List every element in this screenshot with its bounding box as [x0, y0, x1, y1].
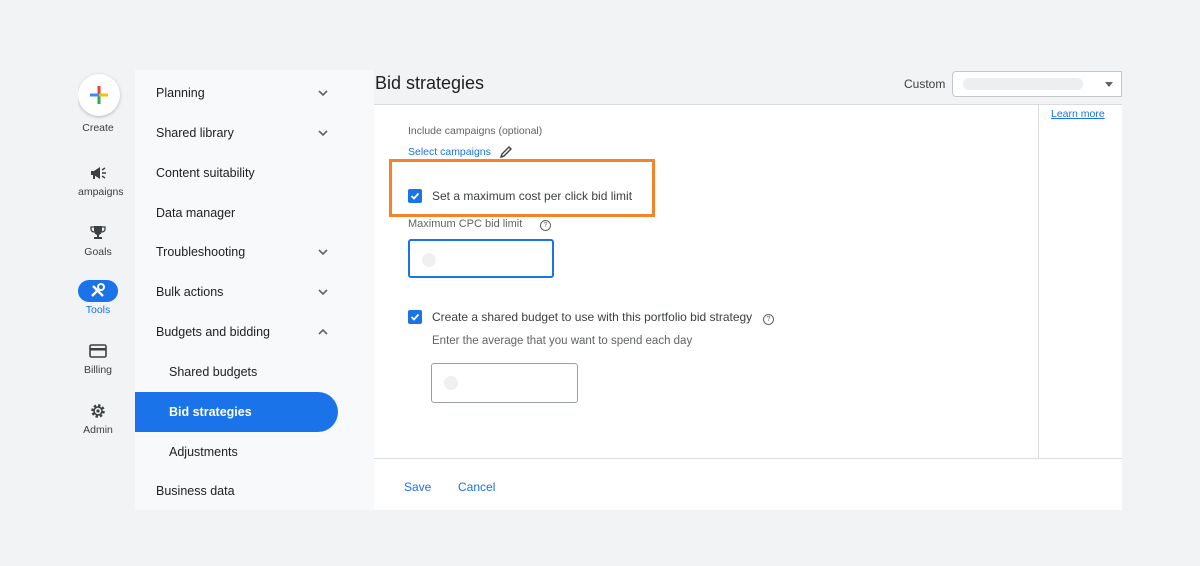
chevron-up-icon	[318, 328, 328, 335]
nav-label: Budgets and bidding	[156, 325, 270, 339]
checkmark-icon	[410, 313, 420, 321]
save-button[interactable]: Save	[404, 480, 431, 494]
footer-divider	[374, 458, 1122, 459]
rail-item-goals[interactable]: Goals	[78, 222, 118, 258]
rail-item-campaigns[interactable]: ampaigns	[78, 162, 124, 198]
rail-item-tools[interactable]: Tools	[78, 280, 118, 316]
rail-label-billing: Billing	[83, 364, 112, 376]
nav-label: Content suitability	[156, 166, 255, 180]
pencil-icon[interactable]	[498, 144, 514, 160]
page-title: Bid strategies	[375, 73, 485, 93]
rail-label-goals: Goals	[84, 246, 112, 258]
rail-label-admin: Admin	[83, 424, 113, 436]
rail-label-campaigns: ampaigns	[78, 186, 124, 198]
date-range-label: Custom	[904, 77, 946, 91]
input-value-redacted	[422, 253, 436, 267]
nav-label: Shared budgets	[169, 365, 258, 379]
learn-more-link[interactable]: Learn more	[1051, 108, 1105, 120]
nav-label: Planning	[156, 86, 205, 100]
cancel-button[interactable]: Cancel	[458, 480, 495, 494]
nav-label: Bid strategies	[169, 405, 252, 419]
nav-item-shared-library[interactable]: Shared library	[135, 113, 340, 153]
nav-item-planning[interactable]: Planning	[135, 73, 340, 113]
page-header: Bid strategies Custom	[374, 70, 1122, 105]
left-rail: Create ampaigns Goals Tools Billing Admi…	[78, 70, 135, 510]
gear-icon	[91, 404, 105, 418]
chevron-down-icon	[318, 289, 328, 296]
include-campaigns-label: Include campaigns (optional)	[408, 125, 543, 137]
create-label: Create	[82, 122, 114, 134]
side-panel-divider	[1038, 104, 1039, 458]
rail-item-billing[interactable]: Billing	[78, 340, 118, 376]
nav-item-content-suitability[interactable]: Content suitability	[135, 153, 340, 193]
date-range-value-redacted	[963, 78, 1083, 90]
nav-label: Business data	[156, 484, 235, 498]
max-cpc-checkbox-label: Set a maximum cost per click bid limit	[432, 189, 633, 203]
input-value-redacted	[444, 376, 458, 390]
nav-label: Troubleshooting	[156, 245, 246, 259]
nav-item-shared-budgets[interactable]: Shared budgets	[135, 352, 340, 392]
nav-item-budgets-and-bidding[interactable]: Budgets and bidding	[135, 312, 340, 352]
daily-budget-input[interactable]	[431, 363, 578, 403]
nav-label: Data manager	[156, 206, 236, 220]
nav-label: Shared library	[156, 126, 234, 140]
nav-item-data-manager[interactable]: Data manager	[135, 193, 340, 233]
date-range-select[interactable]	[952, 71, 1122, 97]
shared-budget-hint: Enter the average that you want to spend…	[432, 335, 693, 347]
chevron-down-icon	[318, 90, 328, 97]
rail-label-tools: Tools	[85, 304, 111, 316]
tools-nav: Planning Shared library Content suitabil…	[135, 70, 374, 510]
caret-down-icon	[1105, 82, 1113, 87]
create-button[interactable]	[78, 74, 120, 116]
tools-icon	[91, 283, 105, 297]
help-icon[interactable]: ?	[540, 220, 551, 231]
help-icon[interactable]: ?	[763, 314, 774, 325]
nav-item-bid-strategies[interactable]: Bid strategies	[135, 392, 338, 432]
select-campaigns-link[interactable]: Select campaigns	[408, 146, 491, 158]
nav-item-bulk-actions[interactable]: Bulk actions	[135, 272, 340, 312]
main-content: Bid strategies Custom Learn more Include…	[374, 70, 1122, 510]
nav-item-business-data[interactable]: Business data	[135, 471, 340, 510]
trophy-icon	[90, 226, 106, 239]
app-frame: Create ampaigns Goals Tools Billing Admi…	[78, 70, 1122, 510]
max-cpc-input[interactable]	[408, 239, 554, 278]
megaphone-icon	[91, 167, 106, 179]
nav-item-troubleshooting[interactable]: Troubleshooting	[135, 232, 340, 272]
chevron-down-icon	[318, 249, 328, 256]
annotation-highlight-box	[389, 159, 655, 217]
rail-item-admin[interactable]: Admin	[78, 400, 118, 436]
nav-item-adjustments[interactable]: Adjustments	[135, 432, 340, 472]
nav-label: Adjustments	[169, 445, 238, 459]
credit-card-icon	[89, 344, 107, 358]
max-cpc-field-label: Maximum CPC bid limit	[408, 218, 523, 230]
chevron-down-icon	[318, 130, 328, 137]
max-cpc-checkbox[interactable]	[408, 189, 422, 203]
checkmark-icon	[410, 192, 420, 200]
nav-label: Bulk actions	[156, 285, 224, 299]
plus-icon	[90, 86, 108, 104]
shared-budget-checkbox[interactable]	[408, 310, 422, 324]
shared-budget-checkbox-label: Create a shared budget to use with this …	[432, 310, 753, 324]
